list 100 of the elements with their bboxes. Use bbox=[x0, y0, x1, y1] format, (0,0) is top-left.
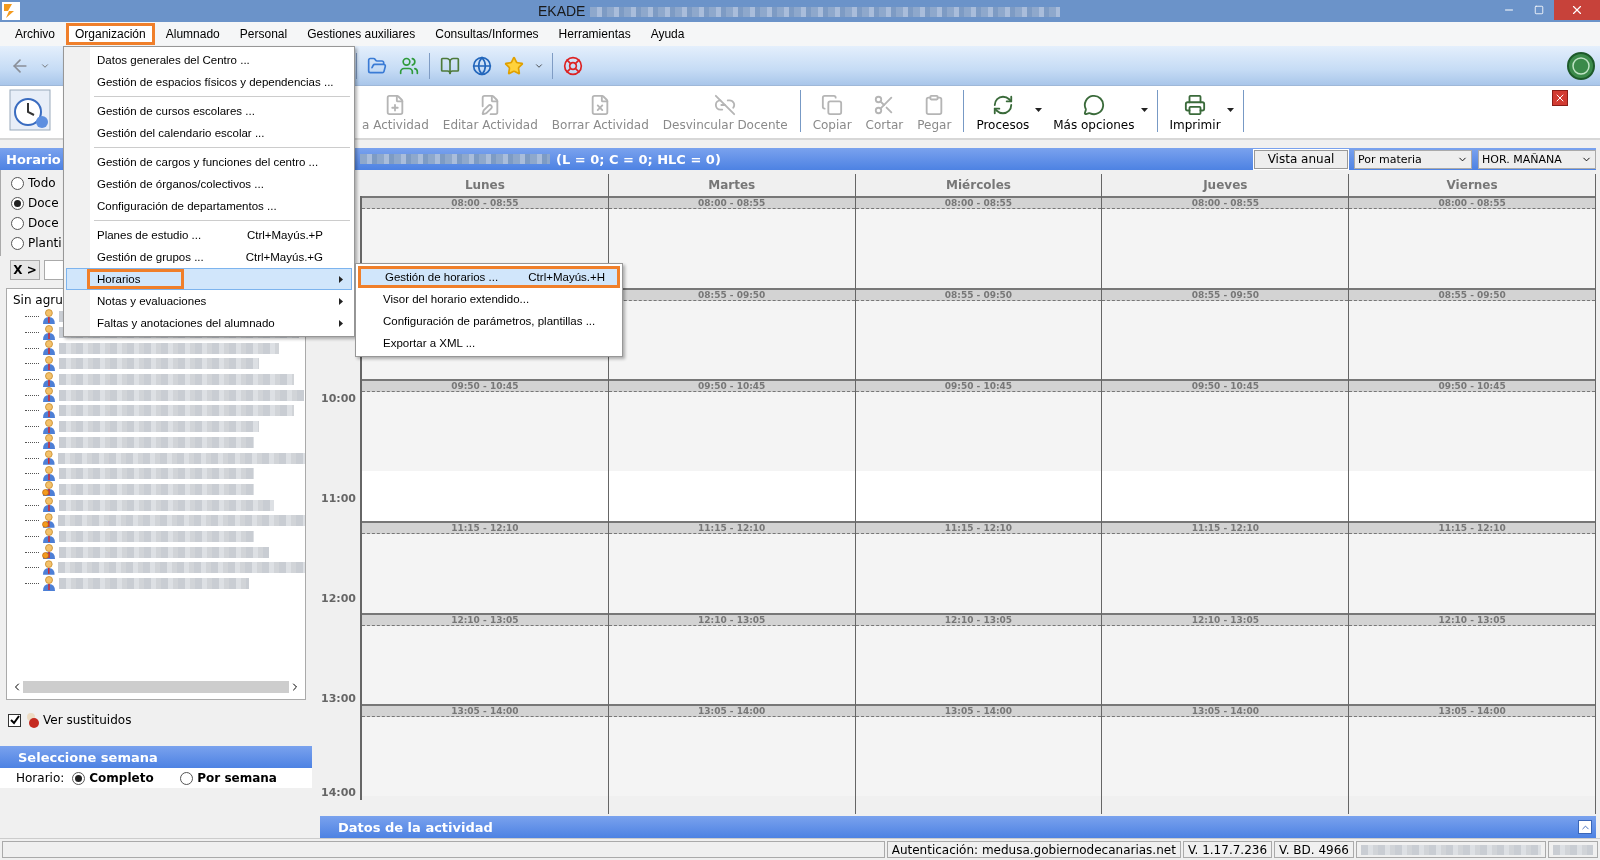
hour-label: 11:00 bbox=[321, 491, 356, 505]
slot-time: 08:55 - 09:50 bbox=[855, 289, 1102, 301]
menu-item[interactable]: Consultas/Informes bbox=[426, 23, 548, 45]
window-title: EKADE bbox=[538, 3, 586, 19]
slot-time: 11:15 - 12:10 bbox=[855, 523, 1102, 535]
status-text: V. 1.17.7.236 bbox=[1182, 841, 1273, 858]
radio-button[interactable] bbox=[11, 236, 24, 250]
slot-time: 08:00 - 08:55 bbox=[362, 198, 608, 209]
menu-entry[interactable]: Gestión de cursos escolares ... bbox=[66, 100, 352, 122]
hour-label: 14:00 bbox=[321, 785, 356, 799]
day-header: Viernes bbox=[1445, 177, 1499, 194]
person-icon bbox=[42, 575, 56, 592]
checkbox[interactable] bbox=[8, 713, 21, 727]
person-icon bbox=[42, 402, 56, 419]
panel-title: Horario bbox=[6, 151, 61, 167]
slot-time: 11:15 - 12:10 bbox=[362, 523, 608, 535]
radio-label: Todo bbox=[28, 176, 56, 190]
menu-entry[interactable]: Configuración de departamentos ... bbox=[66, 195, 352, 217]
menu-entry[interactable]: Configuración de parámetros, plantillas ... bbox=[358, 310, 620, 332]
status-text: Autenticación: medusa.gobiernodecanarias.net bbox=[886, 841, 1181, 858]
refresh-icon bbox=[991, 94, 1014, 116]
caret-icon[interactable] bbox=[1140, 108, 1148, 112]
scrollbar-thumb[interactable] bbox=[23, 681, 289, 693]
menu-item[interactable]: Organización bbox=[66, 23, 155, 45]
slot-time: 13:05 - 14:00 bbox=[608, 706, 855, 718]
caret-icon[interactable] bbox=[1035, 108, 1043, 112]
slot-time: 11:15 - 12:10 bbox=[608, 523, 855, 535]
menu-item[interactable]: Personal bbox=[230, 23, 297, 45]
stamp-icon bbox=[1566, 50, 1596, 81]
menu-entry[interactable]: Gestión de horarios ... Ctrl+Mayús.+H bbox=[358, 266, 620, 288]
menu-entry[interactable]: Gestión del calendario escolar ... bbox=[66, 122, 352, 144]
ribbon-button[interactable]: Procesos bbox=[970, 94, 1046, 132]
menu-entry[interactable]: Gestión de espacios físicos y dependencias ... bbox=[66, 71, 352, 93]
slot-time: 08:00 - 08:55 bbox=[855, 198, 1102, 209]
slot-time: 12:10 - 13:05 bbox=[1349, 614, 1595, 626]
slot-time: 09:50 - 10:45 bbox=[1349, 381, 1595, 393]
close-icon bbox=[1570, 3, 1584, 17]
menu-item[interactable]: Ayuda bbox=[641, 23, 694, 45]
slot-time: 09:50 - 10:45 bbox=[608, 381, 855, 393]
slot-time: 08:00 - 08:55 bbox=[1102, 198, 1349, 209]
view-select[interactable]: Por materia bbox=[1354, 149, 1472, 169]
person-icon bbox=[42, 465, 56, 482]
timetable-select[interactable]: HOR. MAÑANA bbox=[1478, 149, 1596, 169]
menu-item[interactable]: Herramientas bbox=[549, 23, 640, 45]
field-label: Horario: bbox=[16, 771, 65, 785]
slot-time: 13:05 - 14:00 bbox=[362, 706, 608, 718]
slot-time: 12:10 - 13:05 bbox=[1102, 614, 1349, 626]
expand-icon[interactable] bbox=[1578, 820, 1592, 834]
day-header: Martes bbox=[707, 177, 757, 194]
substitute-icon bbox=[24, 712, 40, 728]
day-header: Jueves bbox=[1201, 177, 1249, 194]
radio-label: Por semana bbox=[197, 771, 277, 785]
slot-time: 08:55 - 09:50 bbox=[1102, 289, 1349, 301]
menu-item[interactable]: Archivo bbox=[6, 23, 64, 45]
ribbon-button[interactable]: Imprimir bbox=[1163, 94, 1237, 132]
hour-label: 12:00 bbox=[321, 591, 356, 605]
speech-bubble-icon bbox=[1082, 94, 1105, 116]
slot-time: 09:50 - 10:45 bbox=[1102, 381, 1349, 393]
radio-button[interactable] bbox=[11, 216, 24, 230]
annual-view-button[interactable]: Vista anual bbox=[1254, 149, 1348, 169]
menu-item[interactable]: Gestiones auxiliares bbox=[298, 23, 425, 45]
copy-icon bbox=[821, 94, 844, 116]
slot-time: 13:05 - 14:00 bbox=[1102, 706, 1349, 718]
hour-label: 13:00 bbox=[321, 691, 356, 705]
ribbon-button[interactable]: Más opciones bbox=[1047, 94, 1151, 132]
menu-entry[interactable]: Gestión de órganos/colectivos ... bbox=[66, 173, 352, 195]
radio-button[interactable] bbox=[11, 176, 24, 190]
close-icon[interactable] bbox=[1552, 90, 1568, 106]
person-icon bbox=[42, 528, 56, 545]
slot-time: 13:05 - 14:00 bbox=[855, 706, 1102, 718]
marked-person-icon bbox=[42, 544, 56, 561]
slot-time: 13:05 - 14:00 bbox=[1349, 706, 1595, 718]
person-icon bbox=[41, 559, 56, 576]
checkbox-label: Ver sustituidos bbox=[43, 713, 132, 727]
caret-icon[interactable] bbox=[1226, 108, 1234, 112]
person-icon bbox=[42, 355, 56, 372]
menu-entry[interactable]: Datos generales del Centro ... bbox=[66, 49, 352, 71]
radio-button[interactable] bbox=[180, 771, 194, 785]
radio-button[interactable] bbox=[11, 196, 24, 210]
marked-person-icon bbox=[42, 481, 56, 498]
menu-entry[interactable]: Planes de estudio ... Ctrl+Mayús.+P bbox=[66, 224, 352, 246]
radio-label: Doce bbox=[28, 196, 59, 210]
printer-icon bbox=[1184, 94, 1207, 116]
menu-entry[interactable]: Horarios bbox=[66, 268, 352, 290]
menu-entry[interactable]: Faltas y anotaciones del alumnado bbox=[66, 312, 352, 334]
app-logo-icon bbox=[2, 2, 20, 20]
filter-button[interactable]: X > bbox=[10, 260, 40, 280]
restore-icon bbox=[1534, 5, 1544, 15]
radio-button[interactable] bbox=[72, 771, 86, 785]
menu-item[interactable]: Alumnado bbox=[156, 23, 229, 45]
slot-time: 08:00 - 08:55 bbox=[608, 198, 855, 209]
menu-entry[interactable]: Gestión de cargos y funciones del centro ... bbox=[66, 151, 352, 173]
menu-entry[interactable]: Exportar a XML ... bbox=[358, 332, 620, 354]
hour-label: 10:00 bbox=[321, 391, 356, 405]
person-icon bbox=[42, 418, 56, 435]
slot-time: 09:50 - 10:45 bbox=[855, 381, 1102, 393]
slot-time: 11:15 - 12:10 bbox=[1349, 523, 1595, 535]
menu-entry[interactable]: Gestión de grupos ... Ctrl+Mayús.+G bbox=[66, 246, 352, 268]
radio-label: Planti bbox=[28, 236, 62, 250]
menu-entry[interactable]: Notas y evaluaciones bbox=[66, 290, 352, 312]
